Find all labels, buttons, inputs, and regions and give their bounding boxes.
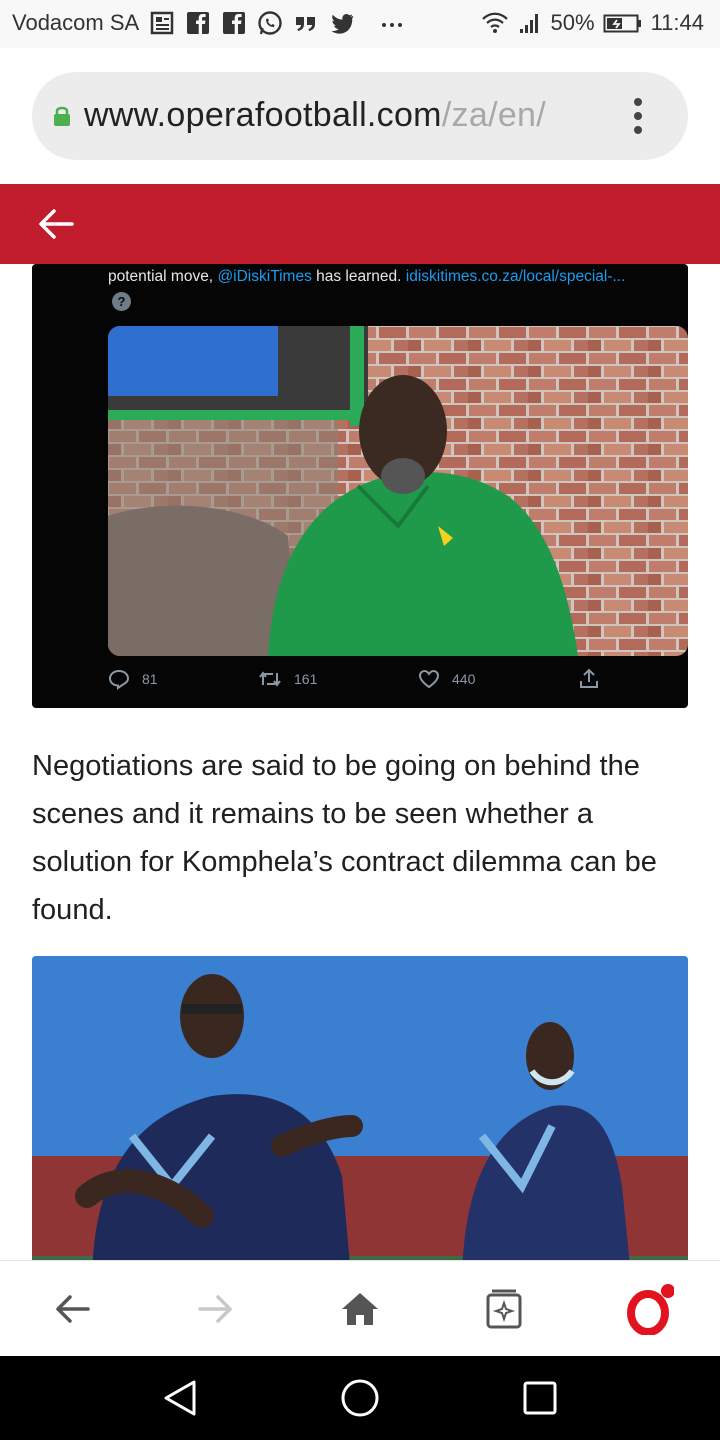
reply-action[interactable]: 81: [108, 668, 158, 690]
browser-bottom-nav: [0, 1260, 720, 1356]
tabs-icon[interactable]: [478, 1283, 530, 1335]
facebook-icon: [223, 12, 246, 34]
tweet-text-prefix: potential move,: [108, 268, 218, 285]
battery-percent: 50%: [550, 10, 595, 35]
reply-icon: [108, 669, 130, 690]
coach-portrait-image: [108, 326, 688, 656]
overflow-menu-icon[interactable]: [628, 94, 648, 138]
signal-icon: [519, 14, 538, 33]
help-badge: ?: [112, 292, 131, 311]
status-bar: Vodacom SA 50% 11:44: [0, 0, 720, 48]
article-photo[interactable]: [32, 956, 688, 1260]
retweet-count: 161: [294, 671, 318, 687]
article-content: potential move, @iDiskiTimes has learned…: [0, 264, 720, 1260]
retweet-icon: [259, 671, 281, 687]
home-circle-icon[interactable]: [338, 1376, 382, 1420]
battery-icon: [603, 14, 641, 33]
tweet-actions: 81 161 440: [108, 668, 668, 696]
url-text[interactable]: www.operafootball.com/za/en/: [84, 96, 546, 135]
embedded-tweet[interactable]: potential move, @iDiskiTimes has learned…: [32, 264, 688, 708]
article-header-bar: [0, 184, 720, 264]
share-icon: [580, 668, 598, 688]
coaches-on-pitch-image: [32, 956, 688, 1260]
address-bar[interactable]: www.operafootball.com/za/en/: [32, 72, 688, 160]
clock: 11:44: [650, 10, 704, 35]
home-icon[interactable]: [334, 1283, 386, 1335]
status-right: 50% 11:44: [481, 10, 704, 36]
wifi-icon: [481, 12, 508, 33]
recents-square-icon[interactable]: [518, 1376, 562, 1420]
system-nav-bar: [0, 1356, 720, 1440]
retweet-action[interactable]: 161: [258, 668, 317, 690]
reply-count: 81: [142, 671, 158, 687]
back-icon[interactable]: [46, 1283, 98, 1335]
forward-icon[interactable]: [190, 1283, 242, 1335]
heart-icon: [418, 669, 440, 689]
status-left: Vodacom SA: [12, 10, 405, 36]
quote-icon: [296, 17, 316, 31]
tweet-photo[interactable]: [108, 326, 688, 656]
back-arrow-icon[interactable]: [36, 206, 76, 242]
tweet-link[interactable]: idiskitimes.co.za/local/special-...: [406, 268, 626, 285]
whatsapp-icon: [258, 11, 282, 35]
like-count: 440: [452, 671, 476, 687]
opera-menu-icon[interactable]: [622, 1283, 674, 1335]
carrier-name: Vodacom SA: [12, 10, 140, 35]
url-domain: www.operafootball.com: [84, 96, 442, 134]
news-icon: [150, 11, 174, 35]
facebook-icon: [187, 12, 210, 34]
url-path: /za/en/: [441, 96, 546, 134]
article-paragraph: Negotiations are said to be going on beh…: [32, 750, 657, 926]
tweet-text-middle: has learned.: [311, 268, 406, 285]
twitter-icon: [331, 14, 354, 34]
share-action[interactable]: [578, 668, 600, 690]
more-dots-icon: [382, 23, 403, 27]
back-triangle-icon[interactable]: [158, 1376, 202, 1420]
tweet-mention[interactable]: @iDiskiTimes: [217, 268, 311, 285]
like-action[interactable]: 440: [418, 668, 475, 690]
tweet-text: potential move, @iDiskiTimes has learned…: [108, 268, 625, 286]
lock-icon: [54, 106, 70, 126]
browser-toolbar: www.operafootball.com/za/en/: [0, 48, 720, 184]
